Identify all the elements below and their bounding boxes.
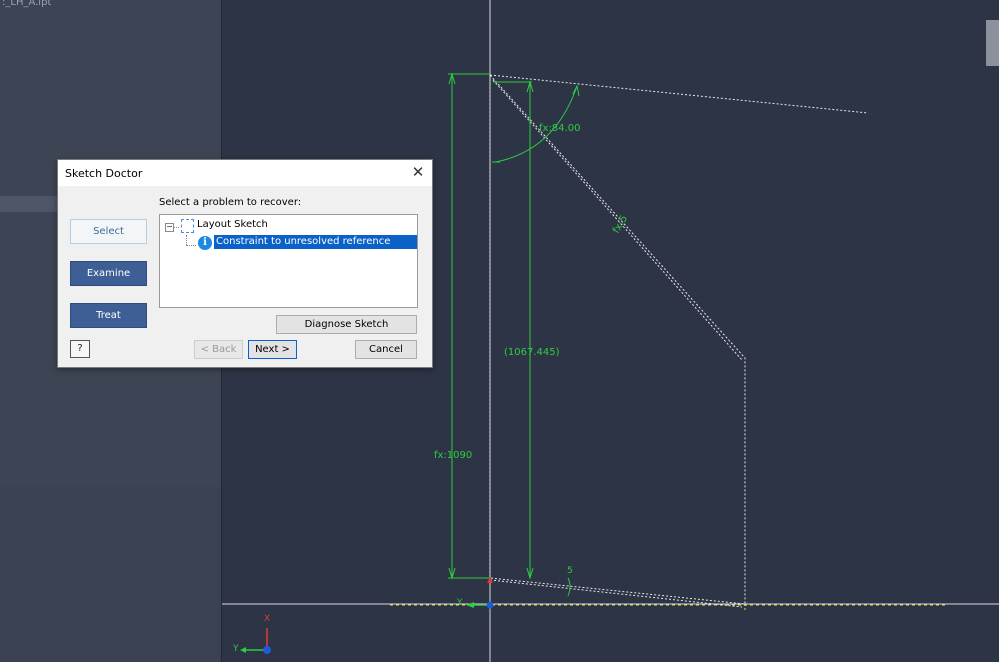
help-icon[interactable]: ? (70, 340, 90, 358)
back-button[interactable]: < Back (194, 340, 243, 359)
bottom-angle-dimension (567, 577, 571, 597)
info-icon: i (198, 236, 212, 250)
origin-y-label: Y (457, 598, 463, 608)
tree-connector-child (186, 245, 196, 246)
problem-tree[interactable]: − Layout Sketch i Constraint to unresolv… (159, 214, 418, 308)
reference-dimension (493, 80, 534, 580)
triad-x-label: X (264, 614, 271, 624)
height-dimension (448, 72, 490, 580)
close-icon[interactable]: ✕ (410, 164, 426, 180)
construction-top-edge (489, 74, 869, 114)
dialog-titlebar[interactable]: Sketch Doctor ✕ (58, 160, 432, 186)
diagnose-sketch-button[interactable]: Diagnose Sketch (276, 315, 417, 334)
tree-item-problem[interactable]: Constraint to unresolved reference geome… (214, 235, 417, 261)
tree-item-layout-sketch[interactable]: Layout Sketch (197, 219, 268, 230)
construction-profile (489, 74, 746, 605)
bottom-angle-dimension-value[interactable]: 5 (567, 566, 573, 576)
angle-dimension-value[interactable]: fx:84.00 (539, 123, 580, 134)
construction-bottom-edge-2 (489, 579, 743, 608)
sketch-doctor-dialog: Sketch Doctor ✕ Select Examine Treat Sel… (57, 159, 433, 368)
select-step-button[interactable]: Select (70, 219, 147, 244)
collapse-icon[interactable]: − (165, 223, 174, 232)
height-dimension-value[interactable]: fx:1090 (434, 450, 472, 461)
tree-connector-vertical (186, 235, 187, 245)
tree-connector (174, 227, 179, 228)
layout-sketch-icon (181, 219, 194, 233)
graphics-scrollbar-thumb[interactable] (986, 20, 999, 66)
examine-step-button[interactable]: Examine (70, 261, 147, 286)
reference-dimension-value: (1067.445) (504, 347, 560, 358)
dialog-title: Sketch Doctor (65, 167, 143, 180)
next-button[interactable]: Next > (248, 340, 297, 359)
treat-step-button[interactable]: Treat (70, 303, 147, 328)
cancel-button[interactable]: Cancel (355, 340, 417, 359)
view-triad-icon (240, 628, 271, 654)
problem-prompt-label: Select a problem to recover: (159, 197, 302, 208)
triad-y-label: Y (233, 644, 239, 654)
